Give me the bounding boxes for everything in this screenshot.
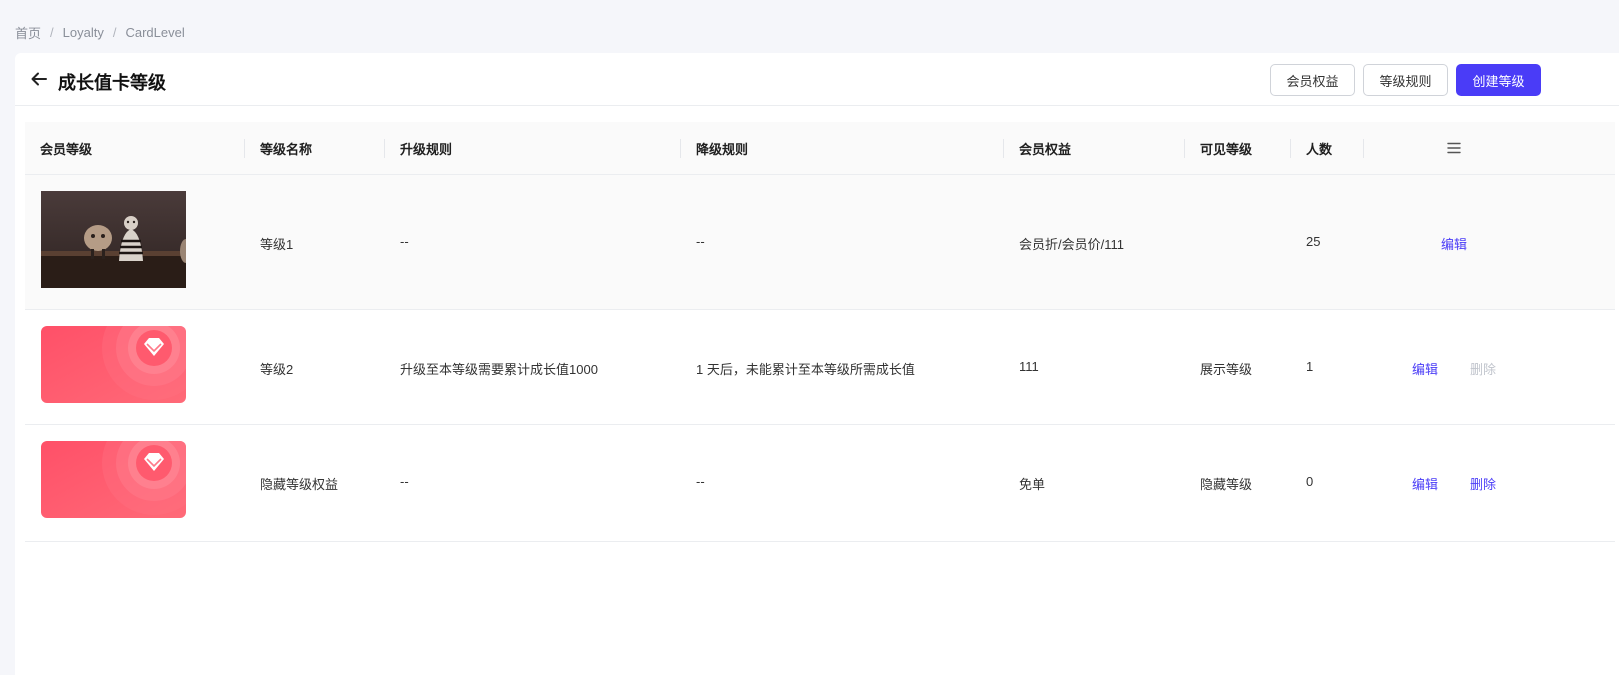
visibility: 隐藏等级 [1200, 477, 1253, 492]
breadcrumb-separator: / [50, 25, 54, 40]
upgrade-rule: 升级至本等级需要累计成长值1000 [400, 362, 598, 377]
member-count: 25 [1306, 234, 1321, 249]
level-rules-button[interactable]: 等级规则 [1363, 64, 1448, 96]
downgrade-rule: -- [696, 234, 705, 249]
level-image-card [41, 441, 186, 518]
edit-link[interactable]: 编辑 [1412, 474, 1438, 493]
column-header-upgrade-rule: 升级规则 [384, 122, 452, 175]
level-image-photo [41, 191, 186, 288]
visibility: 展示等级 [1200, 362, 1253, 377]
level-name: 等级2 [260, 362, 294, 377]
upgrade-rule: -- [400, 234, 409, 249]
column-header-visibility: 可见等级 [1184, 122, 1252, 175]
diamond-icon [41, 326, 186, 403]
table-row: 隐藏等级权益 -- -- 免单 隐藏等级 0 编辑 删除 [25, 425, 1615, 542]
create-level-button[interactable]: 创建等级 [1456, 64, 1541, 96]
member-benefits: 免单 [1019, 477, 1046, 492]
column-header-member-level: 会员等级 [40, 142, 93, 157]
level-name: 隐藏等级权益 [260, 477, 339, 492]
member-benefits: 会员折/会员价/111 [1019, 237, 1124, 252]
edit-link[interactable]: 编辑 [1412, 359, 1438, 378]
downgrade-rule: -- [696, 474, 705, 489]
delete-link-disabled: 删除 [1470, 362, 1497, 377]
column-header-actions [1363, 122, 1380, 175]
column-header-downgrade-rule: 降级规则 [680, 122, 748, 175]
column-header-count: 人数 [1290, 122, 1332, 175]
menu-icon[interactable] [1447, 141, 1461, 155]
level-image-card [41, 326, 186, 403]
main-card: 成长值卡等级 会员权益 等级规则 创建等级 会员等级 等级名称 升级规则 降级规… [15, 53, 1619, 675]
arrow-left-icon[interactable] [29, 69, 49, 89]
table-header: 会员等级 等级名称 升级规则 降级规则 会员权益 可见等级 人数 [25, 122, 1615, 175]
upgrade-rule: -- [400, 474, 409, 489]
edit-link[interactable]: 编辑 [1441, 234, 1467, 253]
table-row: 等级1 -- -- 会员折/会员价/111 25 编辑 [25, 175, 1615, 310]
breadcrumb-home[interactable]: 首页 [15, 23, 41, 42]
level-name: 等级1 [260, 237, 294, 252]
diamond-icon [41, 441, 186, 518]
column-header-level-name: 等级名称 [244, 122, 312, 175]
page-title: 成长值卡等级 [58, 73, 166, 93]
member-benefits: 111 [1019, 359, 1039, 374]
page-header: 成长值卡等级 会员权益 等级规则 创建等级 [15, 53, 1619, 106]
member-benefits-button[interactable]: 会员权益 [1270, 64, 1355, 96]
breadcrumb: 首页 / Loyalty / CardLevel [15, 23, 185, 42]
member-count: 1 [1306, 359, 1314, 374]
table-row: 等级2 升级至本等级需要累计成长值1000 1 天后，未能累计至本等级所需成长值… [25, 310, 1615, 425]
downgrade-rule: 1 天后，未能累计至本等级所需成长值 [696, 362, 915, 377]
level-table: 会员等级 等级名称 升级规则 降级规则 会员权益 可见等级 人数 等级1 -- … [25, 122, 1615, 542]
member-count: 0 [1306, 474, 1314, 489]
breadcrumb-separator: / [112, 25, 117, 40]
breadcrumb-cardlevel: CardLevel [125, 25, 185, 40]
delete-link[interactable]: 删除 [1470, 474, 1496, 493]
column-header-benefits: 会员权益 [1003, 122, 1071, 175]
breadcrumb-loyalty[interactable]: Loyalty [63, 25, 104, 40]
